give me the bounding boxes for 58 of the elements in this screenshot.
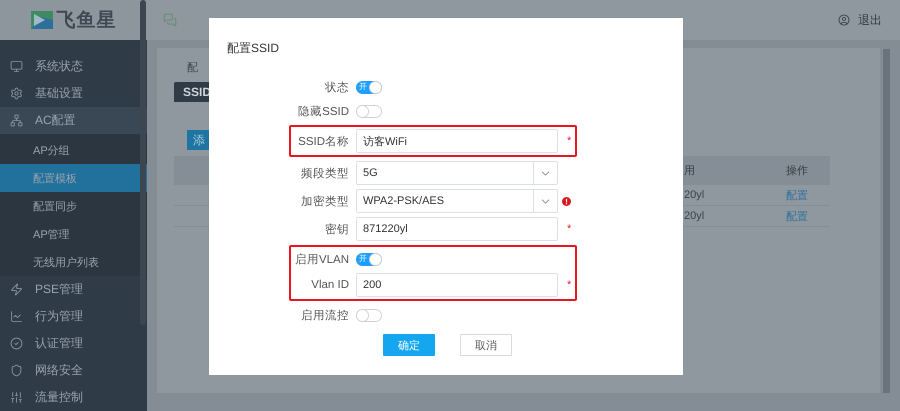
sidebar-item[interactable]: 系统状态: [0, 53, 147, 80]
check-circle-icon: [10, 337, 23, 350]
network-icon: [10, 114, 23, 127]
breadcrumb: 配: [187, 61, 199, 75]
field-label: 启用VLAN: [294, 252, 349, 266]
field-label: 隐藏SSID: [297, 104, 349, 118]
logo-icon: [30, 11, 52, 29]
field-label: 加密类型: [300, 194, 349, 208]
input-field[interactable]: 200: [356, 273, 558, 297]
field-label: 状态: [324, 80, 349, 94]
sidebar-item[interactable]: 行为管理: [0, 303, 147, 330]
toggle-switch[interactable]: 开: [356, 252, 382, 266]
field-label: 频段类型: [300, 166, 349, 180]
gear-icon: [10, 87, 23, 100]
shield-icon: [10, 364, 23, 377]
column-header: 操作: [764, 156, 830, 185]
cancel-button[interactable]: 取消: [460, 334, 512, 356]
chat-icon[interactable]: [163, 13, 177, 27]
scrollbar-thumb[interactable]: [883, 49, 890, 393]
logout-link[interactable]: 退出: [838, 12, 882, 28]
sliders-icon: [10, 391, 23, 404]
select-field[interactable]: WPA2-PSK/AES: [356, 189, 558, 213]
required-mark: *: [567, 279, 572, 291]
dialog-title: 配置SSID: [227, 40, 280, 57]
sidebar-item[interactable]: PSE管理: [0, 276, 147, 303]
input-field[interactable]: 871220yl: [356, 217, 558, 241]
add-button[interactable]: 添: [187, 130, 211, 150]
required-mark: *: [567, 223, 572, 235]
sidebar-subitem[interactable]: AP分组: [0, 136, 147, 164]
confirm-button[interactable]: 确定: [383, 334, 435, 356]
scrollbar-thumb[interactable]: [140, 0, 146, 325]
table-cell: 20yl: [684, 189, 704, 201]
logo-text: 飞鱼星: [56, 9, 116, 33]
sidebar-item[interactable]: 流量控制: [0, 384, 147, 411]
field-label: SSID名称: [297, 134, 349, 148]
lightning-icon: [10, 283, 23, 296]
warning-icon: [562, 196, 571, 206]
field-label: 启用流控: [300, 308, 349, 322]
monitor-icon: [10, 60, 23, 73]
sidebar-item[interactable]: 网络安全: [0, 357, 147, 384]
field-label: Vlan ID: [310, 279, 349, 291]
toggle-switch[interactable]: [356, 104, 382, 118]
chart-icon: [10, 310, 23, 323]
sidebar-subitem[interactable]: 配置同步: [0, 192, 147, 220]
user-icon: [838, 14, 850, 26]
toggle-switch[interactable]: [356, 308, 382, 322]
sidebar-subitem[interactable]: AP管理: [0, 220, 147, 248]
sidebar-item[interactable]: AC配置: [0, 107, 147, 134]
field-label: 密钥: [324, 222, 349, 236]
table-cell: 20yl: [684, 210, 704, 222]
required-mark: *: [567, 135, 572, 147]
select-field[interactable]: 5G: [356, 161, 558, 185]
input-field[interactable]: 访客WiFi: [356, 129, 558, 153]
sidebar-item[interactable]: 认证管理: [0, 330, 147, 357]
toggle-switch[interactable]: 开: [356, 80, 382, 94]
sidebar-item[interactable]: 基础设置: [0, 80, 147, 107]
sidebar-subitem[interactable]: 无线用户列表: [0, 248, 147, 276]
column-header: 用: [684, 156, 764, 185]
